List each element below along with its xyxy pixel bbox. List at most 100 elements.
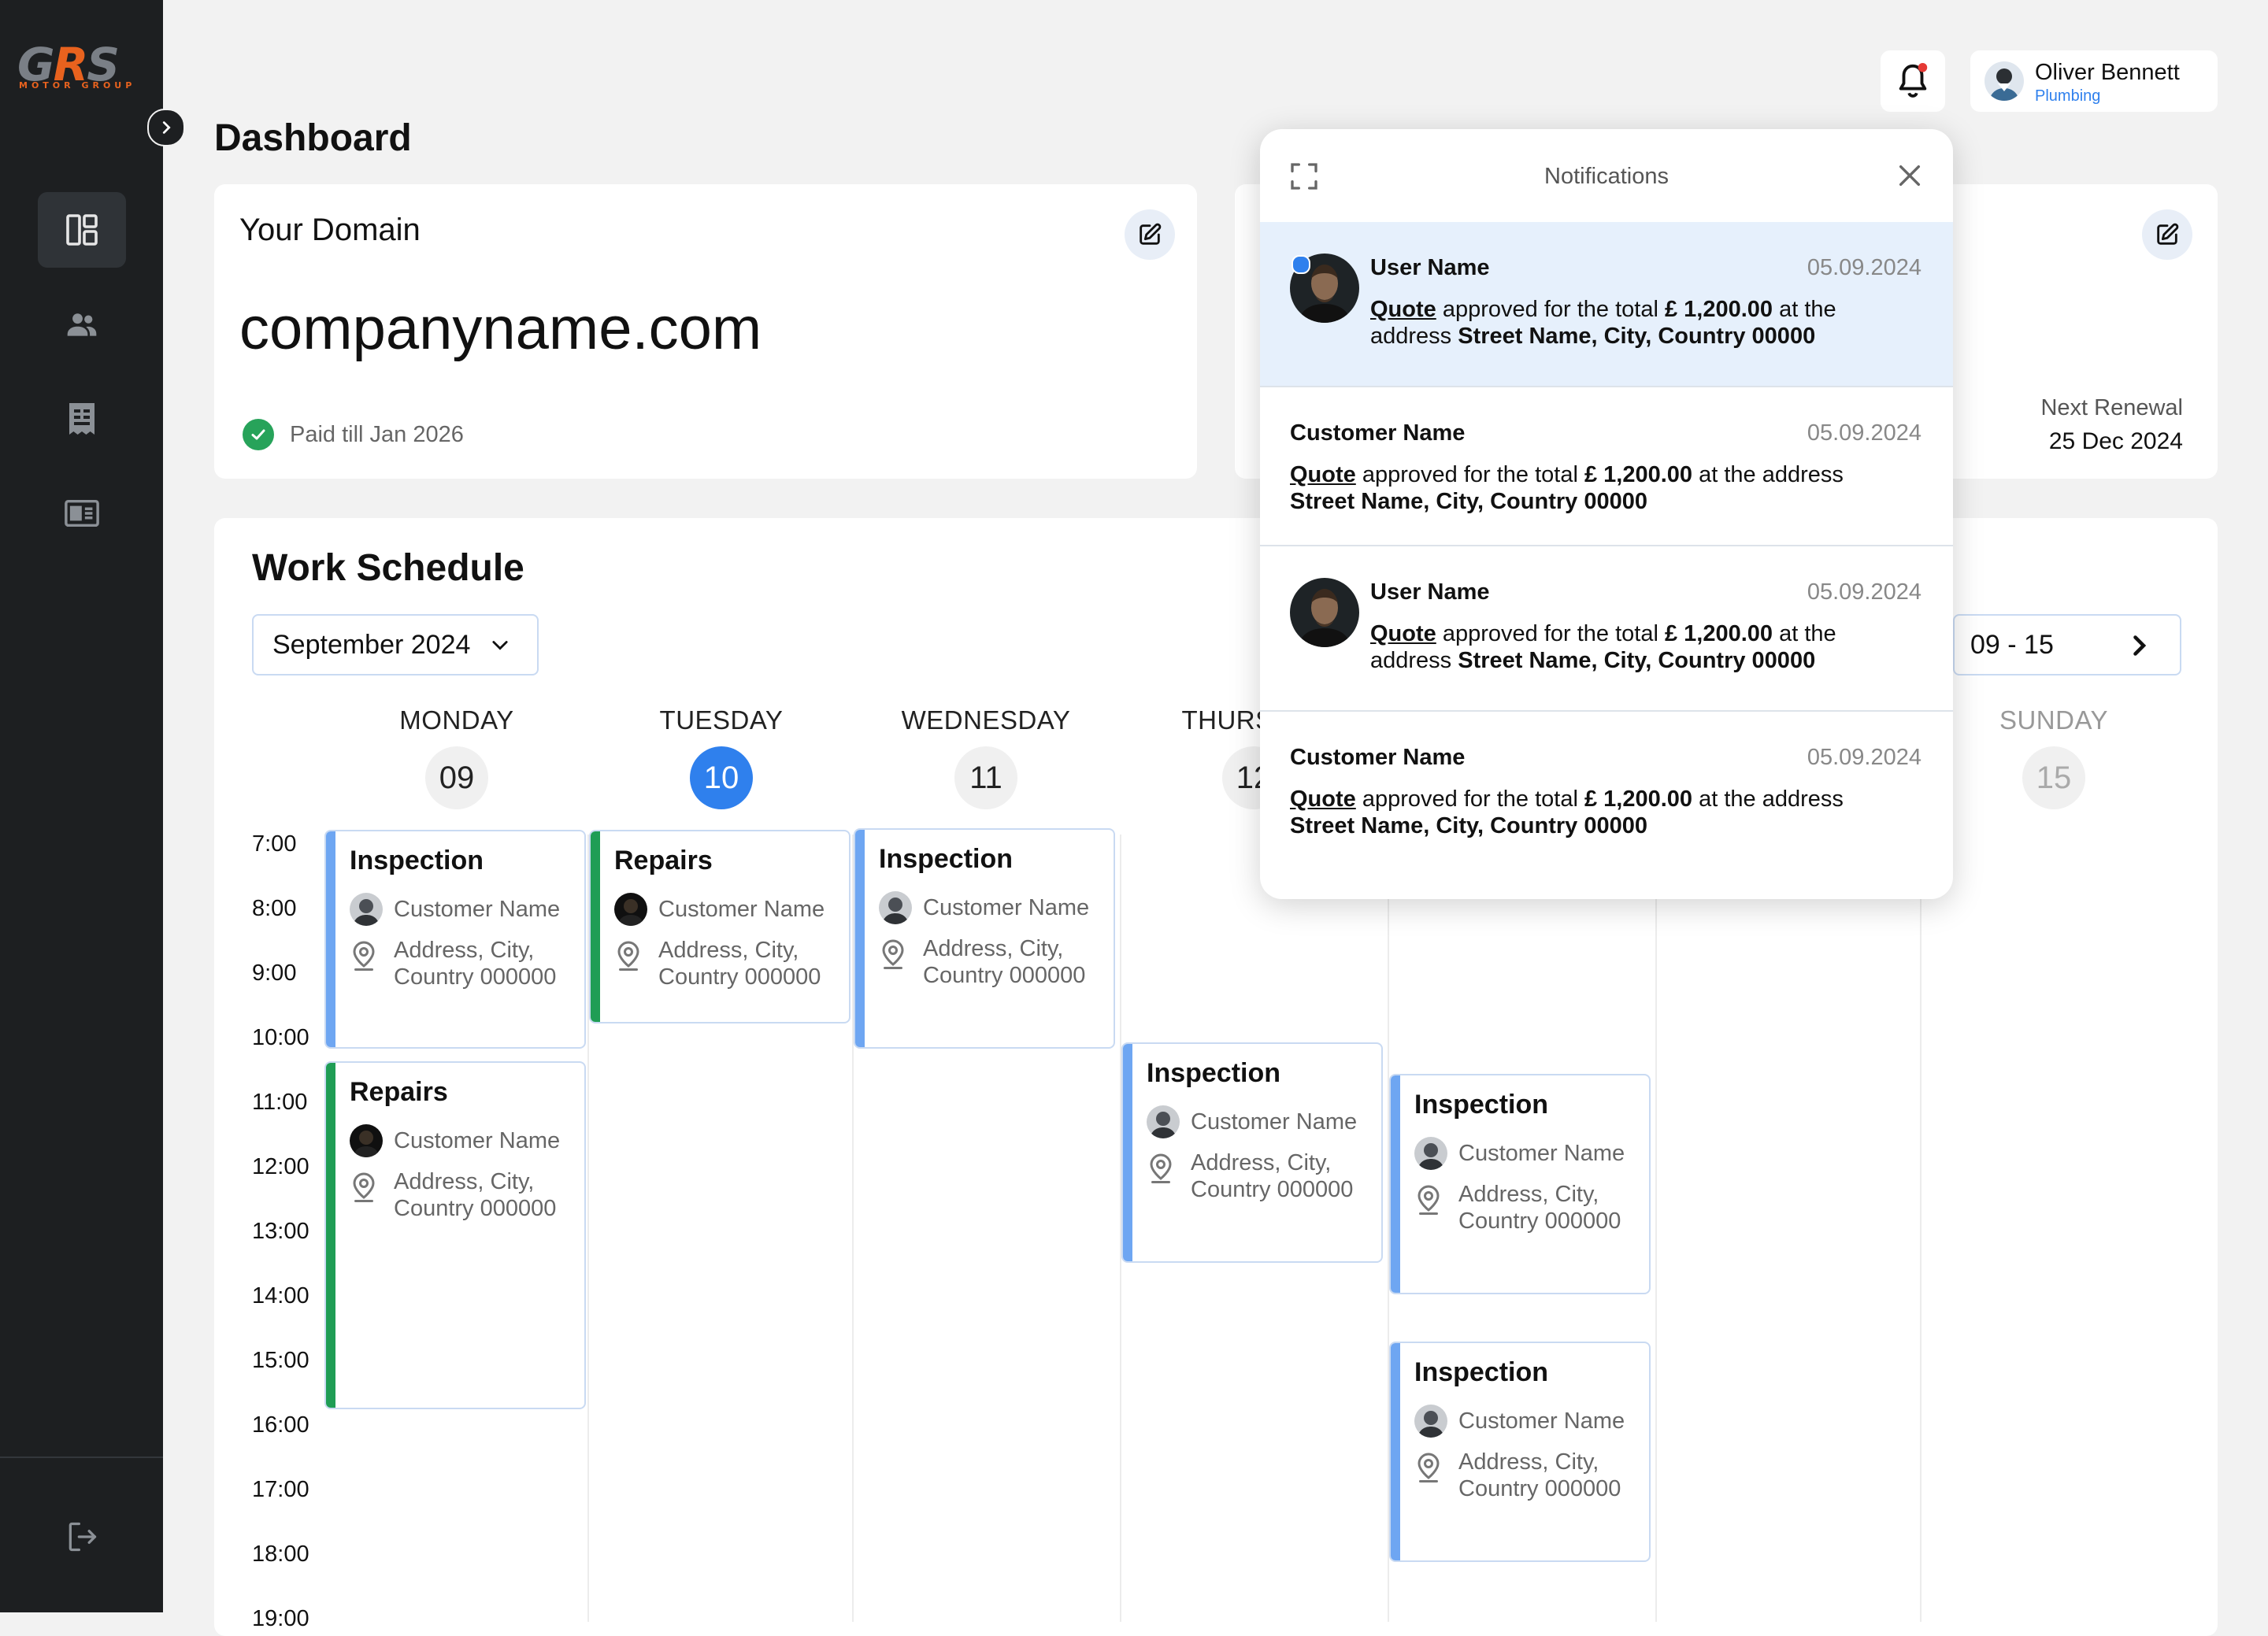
event-card[interactable]: Inspection Customer Name Address, City, Cou… [1389, 1342, 1651, 1562]
quote-link[interactable]: Quote [1370, 297, 1436, 322]
nav-invoices[interactable] [38, 381, 126, 457]
address-text: Address, City, Country 000000 [923, 935, 1085, 989]
event-address: Address, City, Country 000000 [1147, 1149, 1353, 1203]
customer-name: Customer Name [1458, 1140, 1625, 1166]
event-card[interactable]: Inspection Customer Name Address, City, Cou… [324, 830, 586, 1049]
event-title: Inspection [879, 844, 1014, 874]
close-icon [1899, 165, 1921, 187]
message-text: at the address [1692, 462, 1844, 487]
close-notifications-button[interactable] [1896, 162, 1923, 193]
event-card[interactable]: Inspection Customer Name Address, City, Cou… [1121, 1042, 1383, 1263]
event-color-bar [1391, 1075, 1400, 1293]
month-select[interactable]: September 2024 [252, 614, 539, 675]
notification-date: 05.09.2024 [1807, 255, 1922, 280]
edit-domain-button[interactable] [1125, 209, 1175, 260]
notification-message: Quote approved for the total £ 1,200.00 … [1290, 461, 1922, 515]
edit-renewal-button[interactable] [2142, 209, 2192, 260]
address: Street Name, City, Country 00000 [1290, 813, 1647, 838]
event-card[interactable]: Inspection Customer Name Address, City, Cou… [1389, 1074, 1651, 1294]
quote-link[interactable]: Quote [1370, 621, 1436, 646]
dashboard-icon [66, 214, 98, 246]
day-header[interactable]: MONDAY 09 [324, 705, 589, 809]
notification-item[interactable]: Customer Name 05.09.2024 Quote approved fo… [1260, 712, 1953, 877]
next-renewal-label: Next Renewal [2040, 395, 2183, 420]
avatar [1414, 1405, 1447, 1438]
event-color-bar [1391, 1343, 1400, 1560]
logout-icon [69, 1522, 97, 1552]
time-label: 10:00 [252, 1025, 309, 1050]
sidebar: GRS MOTOR GROUP [0, 0, 163, 1612]
address-line: Address, City, [1191, 1150, 1332, 1175]
event-address: Address, City, Country 000000 [1414, 1181, 1621, 1234]
address-text: Address, City, Country 000000 [394, 1168, 556, 1222]
day-header[interactable]: TUESDAY 10 [589, 705, 854, 809]
nav-customers[interactable] [38, 287, 126, 362]
notification-item[interactable]: User Name 05.09.2024 Quote approved for th… [1260, 546, 1953, 712]
sidebar-divider [0, 1456, 163, 1458]
notification-date: 05.09.2024 [1807, 420, 1922, 446]
company-logo[interactable]: GRS MOTOR GROUP [17, 41, 150, 96]
notification-sender: User Name [1370, 579, 1490, 605]
quote-link[interactable]: Quote [1290, 462, 1356, 487]
message-text: address [1370, 648, 1458, 673]
event-card[interactable]: Repairs Customer Name Address, City, Countr… [324, 1061, 586, 1409]
time-label: 11:00 [252, 1090, 308, 1115]
message-text: approved for the total [1436, 297, 1665, 322]
event-color-bar [326, 1063, 335, 1408]
quote-link[interactable]: Quote [1290, 787, 1356, 812]
address-text: Address, City, Country 000000 [1191, 1149, 1353, 1203]
bell-icon [1899, 63, 1928, 98]
avatar [1290, 578, 1359, 647]
event-customer: Customer Name [1414, 1137, 1625, 1170]
time-label: 18:00 [252, 1542, 309, 1567]
sidebar-toggle-button[interactable] [147, 109, 185, 146]
customer-name: Customer Name [658, 896, 825, 922]
event-card[interactable]: Inspection Customer Name Address, City, Cou… [854, 828, 1115, 1049]
event-color-bar [855, 830, 865, 1047]
logout-button[interactable] [38, 1499, 126, 1575]
event-card[interactable]: Repairs Customer Name Address, City, Countr… [589, 830, 850, 1023]
column-divider [1920, 835, 1922, 1622]
address-line: Country 000000 [658, 964, 821, 990]
address-line: Address, City, [923, 936, 1064, 961]
event-title: Inspection [1414, 1090, 1549, 1120]
location-pin-icon [617, 941, 639, 971]
address-line: Country 000000 [394, 1196, 557, 1221]
event-customer: Customer Name [1147, 1105, 1357, 1138]
user-role: Plumbing [2035, 87, 2101, 105]
next-week-button[interactable] [2125, 631, 2153, 664]
day-name: TUESDAY [659, 705, 784, 735]
message-text: approved for the total [1355, 462, 1584, 487]
message-text: approved for the total [1436, 621, 1665, 646]
day-header[interactable]: WEDNESDAY 11 [854, 705, 1118, 809]
notifications-button[interactable] [1881, 50, 1945, 112]
day-header[interactable]: SUNDAY 15 [1922, 705, 2186, 809]
edit-icon [1140, 223, 1162, 245]
time-label: 9:00 [252, 961, 297, 986]
address: Street Name, City, Country 00000 [1458, 648, 1816, 673]
receipt-icon [69, 403, 94, 435]
time-label: 17:00 [252, 1477, 309, 1502]
notifications-header: Notifications [1260, 129, 1953, 224]
notification-message: Quote approved for the total £ 1,200.00 … [1370, 620, 1922, 674]
message-text: at the [1773, 621, 1836, 646]
day-number: 15 [2022, 746, 2085, 809]
avatar [1147, 1105, 1180, 1138]
customer-name: Customer Name [1458, 1408, 1625, 1434]
news-icon [65, 499, 99, 527]
notifications-panel: Notifications User Name 05.09.2024 Quote a… [1260, 129, 1953, 899]
event-customer: Customer Name [879, 891, 1089, 924]
address-text: Address, City, Country 000000 [1458, 1449, 1621, 1502]
notification-date: 05.09.2024 [1807, 579, 1922, 605]
message-text: at the address [1692, 787, 1844, 812]
notification-item[interactable]: User Name 05.09.2024 Quote approved for th… [1260, 222, 1953, 387]
avatar [1414, 1137, 1447, 1170]
nav-dashboard[interactable] [38, 192, 126, 268]
domain-value: companyname.com [239, 295, 762, 362]
notification-item[interactable]: Customer Name 05.09.2024 Quote approved fo… [1260, 387, 1953, 546]
event-color-bar [1123, 1044, 1132, 1261]
amount: £ 1,200.00 [1664, 297, 1773, 322]
nav-reports[interactable] [38, 476, 126, 551]
user-menu[interactable]: Oliver Bennett Plumbing [1970, 50, 2218, 112]
paid-status-text: Paid till Jan 2026 [290, 421, 464, 447]
